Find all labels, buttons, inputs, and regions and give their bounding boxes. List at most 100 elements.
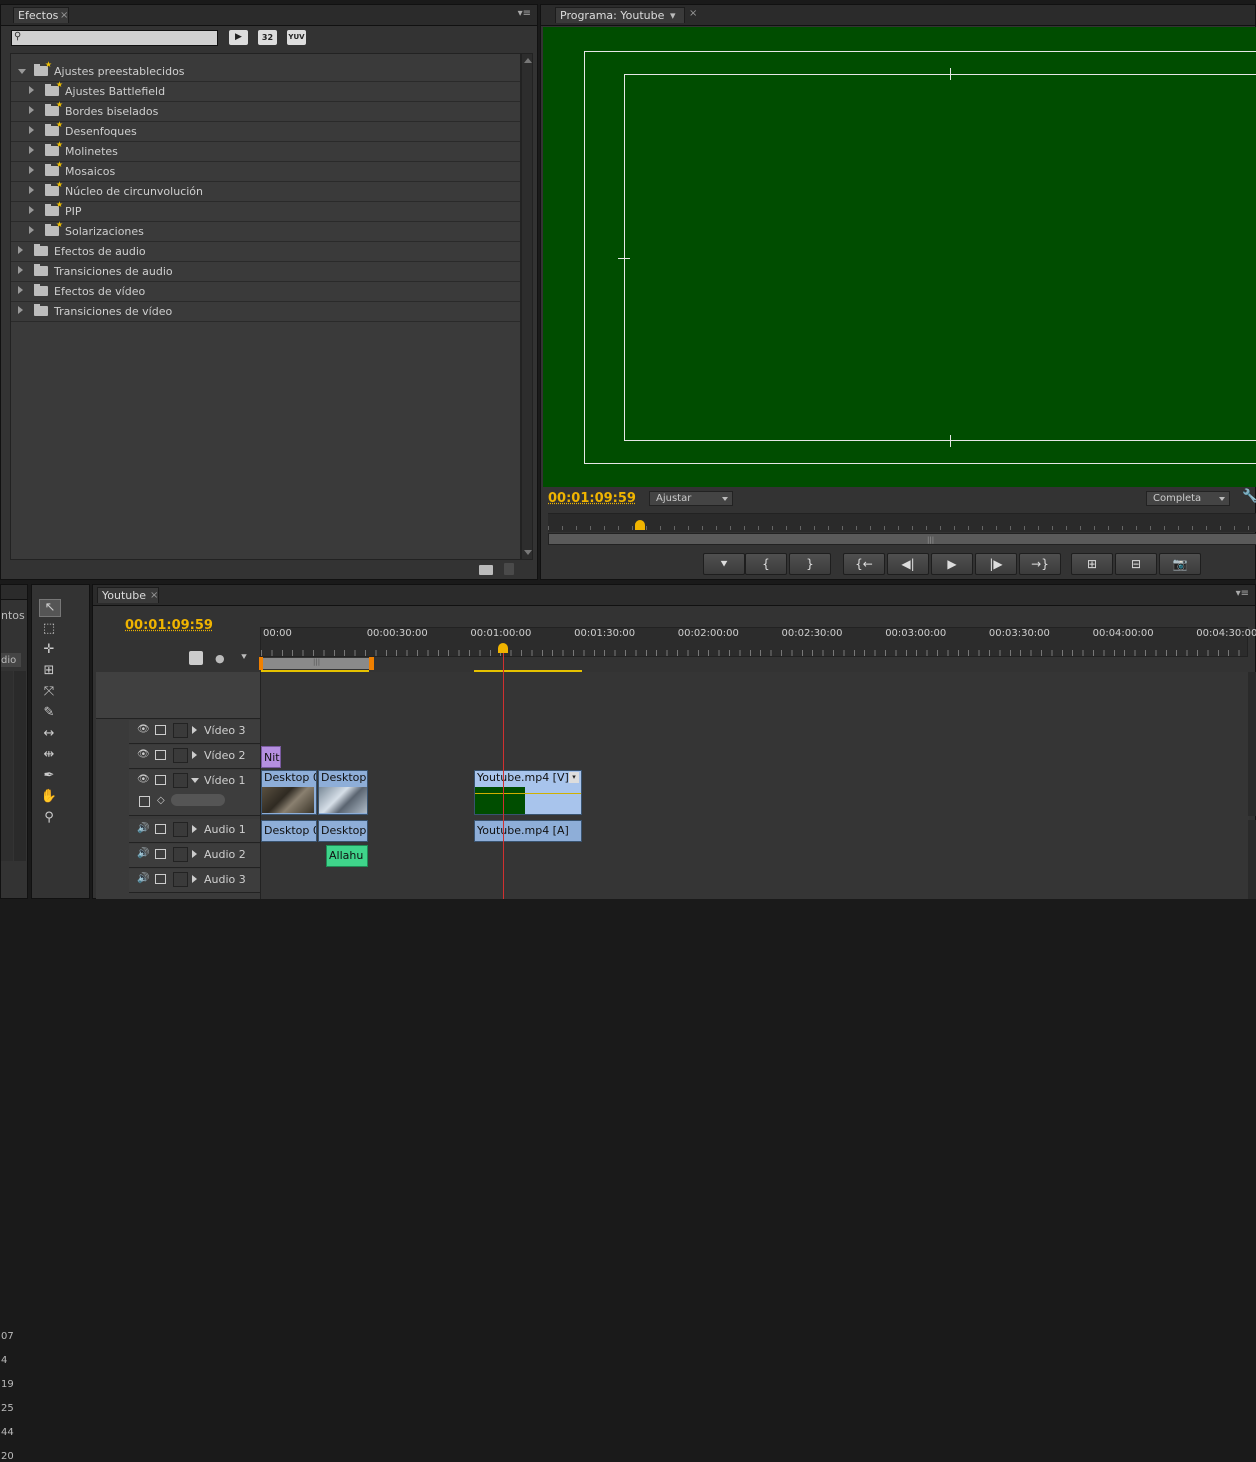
yuv-filter-button[interactable]: YUV (287, 30, 306, 45)
program-time-ruler[interactable] (548, 513, 1256, 532)
program-video-frame[interactable] (543, 27, 1256, 487)
clip-v2-title[interactable]: Nit (261, 746, 281, 768)
chevron-right-icon[interactable] (192, 751, 197, 759)
chevron-right-icon[interactable] (18, 266, 23, 274)
clip-a1-desktop[interactable]: Desktop (318, 820, 368, 842)
panel-menu-icon[interactable]: ▾≡ (1236, 588, 1249, 599)
chevron-right-icon[interactable] (192, 726, 197, 734)
close-icon[interactable]: × (689, 8, 697, 19)
chevron-right-icon[interactable] (18, 306, 23, 314)
go-to-in-button[interactable]: {← (843, 553, 885, 575)
project-scrollbar[interactable] (14, 671, 26, 861)
chevron-right-icon[interactable] (192, 875, 197, 883)
play-button[interactable]: ▶ (931, 553, 973, 575)
track-lock-toggle[interactable] (173, 773, 188, 788)
rate-stretch-tool-icon[interactable]: ⤧ (39, 684, 59, 700)
effects-tree-item[interactable]: Núcleo de circunvolución (11, 180, 520, 202)
hand-tool-icon[interactable]: ✋ (39, 789, 59, 805)
timeline-playhead-line[interactable] (503, 650, 504, 899)
track-lock-toggle[interactable] (173, 723, 188, 738)
add-marker-button[interactable]: ⯆ (703, 553, 745, 575)
track-header[interactable]: 👁 Vídeo 2 (129, 745, 260, 769)
accelerated-effects-filter-button[interactable]: ▶ (229, 30, 248, 45)
eye-icon[interactable]: 👁 (137, 724, 150, 735)
clip-v1-desktop[interactable]: Desktop (318, 770, 368, 815)
chevron-right-icon[interactable] (29, 186, 34, 194)
sync-lock-icon[interactable] (155, 750, 166, 760)
mark-in-button[interactable]: { (745, 553, 787, 575)
timeline-video-scrollbar[interactable] (1248, 672, 1256, 816)
slip-tool-icon[interactable]: ↔ (39, 726, 59, 742)
pen-tool-icon[interactable]: ✒ (39, 768, 59, 784)
sync-lock-icon[interactable] (155, 874, 166, 884)
effects-tree-item[interactable]: Efectos de vídeo (11, 282, 520, 302)
display-style-icon[interactable] (139, 796, 150, 807)
program-timecode[interactable]: 00:01:09:59 (548, 491, 636, 506)
chevron-right-icon[interactable] (29, 86, 34, 94)
sync-lock-icon[interactable] (155, 775, 166, 785)
tab-timeline-youtube[interactable]: Youtube × (97, 587, 159, 603)
add-marker-icon[interactable]: ⯆ (240, 652, 248, 663)
track-lock-toggle[interactable] (173, 748, 188, 763)
chevron-right-icon[interactable] (29, 146, 34, 154)
effects-tree-item[interactable]: PIP (11, 200, 520, 222)
effects-tree-item[interactable]: Transiciones de audio (11, 262, 520, 282)
mark-out-button[interactable]: } (789, 553, 831, 575)
track-header[interactable]: 🔊 Audio 1 (129, 819, 260, 843)
project-tab-label[interactable]: ntos (1, 609, 25, 622)
chevron-right-icon[interactable] (29, 106, 34, 114)
effects-tree-item[interactable]: Desenfoques (11, 120, 520, 142)
effects-tree-item[interactable]: Solarizaciones (11, 220, 520, 242)
new-bin-icon[interactable] (479, 565, 493, 575)
effects-scrollbar[interactable] (521, 53, 533, 560)
track-lock-toggle[interactable] (173, 872, 188, 887)
chevron-down-icon[interactable]: ▾ (569, 772, 579, 783)
clip-v1-youtube[interactable]: Youtube.mp4 [V] ▾ (474, 770, 582, 815)
32bit-filter-button[interactable]: 32 (258, 30, 277, 45)
keyframe-nav-control[interactable] (171, 794, 225, 806)
clip-a1-youtube[interactable]: Youtube.mp4 [A] (474, 820, 582, 842)
clip-v1-desktop-0[interactable]: Desktop 0 (261, 770, 317, 815)
chevron-right-icon[interactable] (29, 126, 34, 134)
zoom-tool-icon[interactable]: ⚲ (39, 810, 59, 826)
chevron-right-icon[interactable] (29, 206, 34, 214)
chevron-right-icon[interactable] (192, 825, 197, 833)
sync-lock-icon[interactable] (155, 849, 166, 859)
step-back-button[interactable]: ◀| (887, 553, 929, 575)
effects-tree-item[interactable]: Ajustes Battlefield (11, 80, 520, 102)
eye-icon[interactable]: 👁 (137, 774, 150, 785)
timeline-timecode[interactable]: 00:01:09:59 (125, 618, 213, 633)
razor-tool-icon[interactable]: ✎ (39, 705, 59, 721)
scroll-up-icon[interactable] (524, 58, 532, 63)
speaker-icon[interactable]: 🔊 (137, 823, 149, 834)
chevron-right-icon[interactable] (192, 850, 197, 858)
program-zoom-scrollbar[interactable]: ||| (548, 533, 1256, 545)
track-lock-toggle[interactable] (173, 822, 188, 837)
set-encore-marker-icon[interactable]: ● (215, 652, 225, 665)
chevron-right-icon[interactable] (18, 286, 23, 294)
chevron-down-icon[interactable] (18, 69, 26, 74)
timeline-audio-scrollbar[interactable] (1248, 820, 1256, 899)
effects-tree-item[interactable]: Bordes biselados (11, 100, 520, 122)
track-lock-toggle[interactable] (173, 847, 188, 862)
eye-icon[interactable]: 👁 (137, 749, 150, 760)
keyframe-icon[interactable]: ◇ (157, 795, 165, 806)
scroll-down-icon[interactable] (524, 550, 532, 555)
playhead-marker-icon[interactable] (635, 520, 646, 530)
lift-button[interactable]: ⊞ (1071, 553, 1113, 575)
effects-tree-item[interactable]: Ajustes preestablecidos (11, 60, 520, 82)
speaker-icon[interactable]: 🔊 (137, 873, 149, 884)
tab-effects[interactable]: Efectos × (13, 7, 69, 23)
clip-a2-allahu[interactable]: Allahu A (326, 845, 368, 867)
export-frame-button[interactable]: 📷 (1159, 553, 1201, 575)
effects-tree-item[interactable]: Efectos de audio (11, 242, 520, 262)
step-forward-button[interactable]: |▶ (975, 553, 1017, 575)
clip-a1-desktop-0[interactable]: Desktop 0 (261, 820, 317, 842)
track-header[interactable]: 👁 Vídeo 1 ◇ (129, 770, 260, 816)
close-icon[interactable]: × (150, 588, 158, 604)
rolling-edit-tool-icon[interactable]: ⊞ (39, 663, 59, 679)
chevron-down-icon[interactable] (191, 778, 199, 783)
chevron-down-icon[interactable]: ▾ (670, 8, 676, 24)
speaker-icon[interactable]: 🔊 (137, 848, 149, 859)
effects-tree-item[interactable]: Molinetes (11, 140, 520, 162)
